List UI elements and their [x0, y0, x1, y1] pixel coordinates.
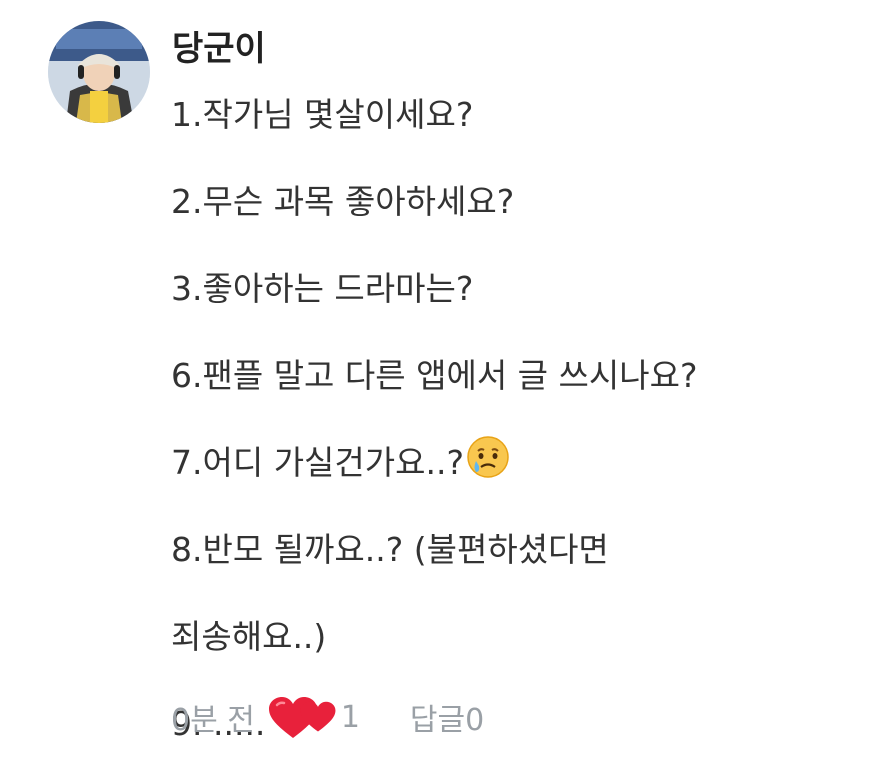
comment-line-text: 1.작가님 몇살이세요? — [171, 95, 474, 134]
reply-button[interactable]: 답글0 — [410, 695, 484, 739]
comment-line: 8.반모 될까요..? (불편하셨다면 — [171, 527, 861, 572]
timestamp: 0분 전 — [171, 703, 255, 738]
avatar[interactable] — [48, 21, 150, 123]
comment-line-text: 7.어디 가실건가요..? — [171, 443, 464, 482]
heart-icon — [300, 701, 336, 732]
comment-line: 1.작가님 몇살이세요? — [171, 92, 861, 137]
comment-line: 3.좋아하는 드라마는? — [171, 266, 861, 311]
comment-line: 7.어디 가실건가요..? — [171, 436, 861, 485]
like-count: 1 — [340, 699, 360, 735]
avatar-image — [48, 21, 150, 123]
comment-line: 죄송해요..) — [171, 614, 861, 659]
comment-author[interactable]: 당군이 — [172, 27, 266, 71]
crying-face-icon — [466, 435, 510, 490]
comment-line-text: 8.반모 될까요..? (불편하셨다면 — [171, 530, 609, 569]
comment-body: 1.작가님 몇살이세요? 2.무슨 과목 좋아하세요? 3.좋아하는 드라마는?… — [171, 92, 861, 746]
comment-footer: 0분 전 1 답글0 — [171, 695, 484, 739]
comment-line-text: 6.팬플 말고 다른 앱에서 글 쓰시나요? — [171, 356, 698, 395]
comment-line-text: 죄송해요..) — [171, 617, 327, 656]
like-button[interactable]: 1 — [299, 700, 360, 735]
comment-line: 6.팬플 말고 다른 앱에서 글 쓰시나요? — [171, 353, 861, 398]
comment-line-text: 3.좋아하는 드라마는? — [171, 269, 474, 308]
comment-line-text: 2.무슨 과목 좋아하세요? — [171, 182, 515, 221]
comment-line: 2.무슨 과목 좋아하세요? — [171, 179, 861, 224]
